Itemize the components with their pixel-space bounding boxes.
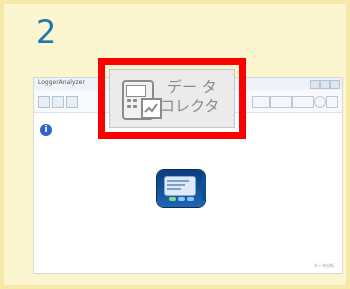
- minimize-button[interactable]: [310, 80, 320, 89]
- info-icon: i: [40, 124, 52, 136]
- toolbar-icon-1[interactable]: [38, 96, 50, 108]
- instruction-card: 2 LoggerAnalyzer i データ分析 デー タ コレクタ: [0, 0, 350, 289]
- status-text: データ分析: [314, 263, 334, 268]
- device-icon: [157, 170, 206, 207]
- right-toolbar-icon-5[interactable]: [326, 96, 338, 108]
- data-collector-button[interactable]: デー タ コレクタ: [109, 69, 235, 128]
- right-toolbar-icon-1[interactable]: [252, 96, 270, 108]
- right-toolbar: [252, 96, 342, 109]
- window-title: LoggerAnalyzer: [38, 79, 85, 86]
- toolbar-icon-3[interactable]: [66, 96, 78, 108]
- right-toolbar-icon-2[interactable]: [270, 96, 292, 108]
- right-toolbar-icon-3[interactable]: [292, 96, 314, 108]
- right-toolbar-icon-4[interactable]: [314, 96, 326, 108]
- data-collector-label-line1: デー タ: [167, 78, 217, 96]
- highlight-box: デー タ コレクタ: [98, 58, 246, 139]
- toolbar-icon-2[interactable]: [52, 96, 64, 108]
- step-number: 2: [36, 13, 57, 51]
- data-collector-label-line2: コレクタ: [160, 97, 220, 115]
- close-button[interactable]: [330, 80, 340, 89]
- data-collector-icon: [122, 80, 162, 120]
- maximize-button[interactable]: [320, 80, 330, 89]
